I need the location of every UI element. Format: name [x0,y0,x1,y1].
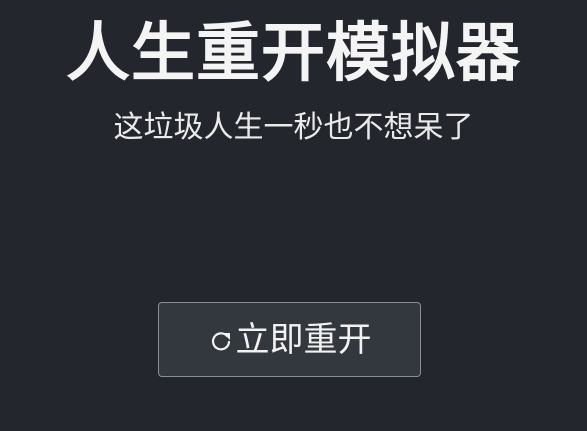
game-start-screen: 人生重开模拟器 这垃圾人生一秒也不想呆了 立即重开 [0,0,587,431]
game-title: 人生重开模拟器 [66,17,521,91]
refresh-icon [208,329,234,355]
restart-button-label: 立即重开 [235,319,372,360]
restart-button[interactable]: 立即重开 [158,302,421,377]
game-subtitle: 这垃圾人生一秒也不想呆了 [113,110,474,145]
